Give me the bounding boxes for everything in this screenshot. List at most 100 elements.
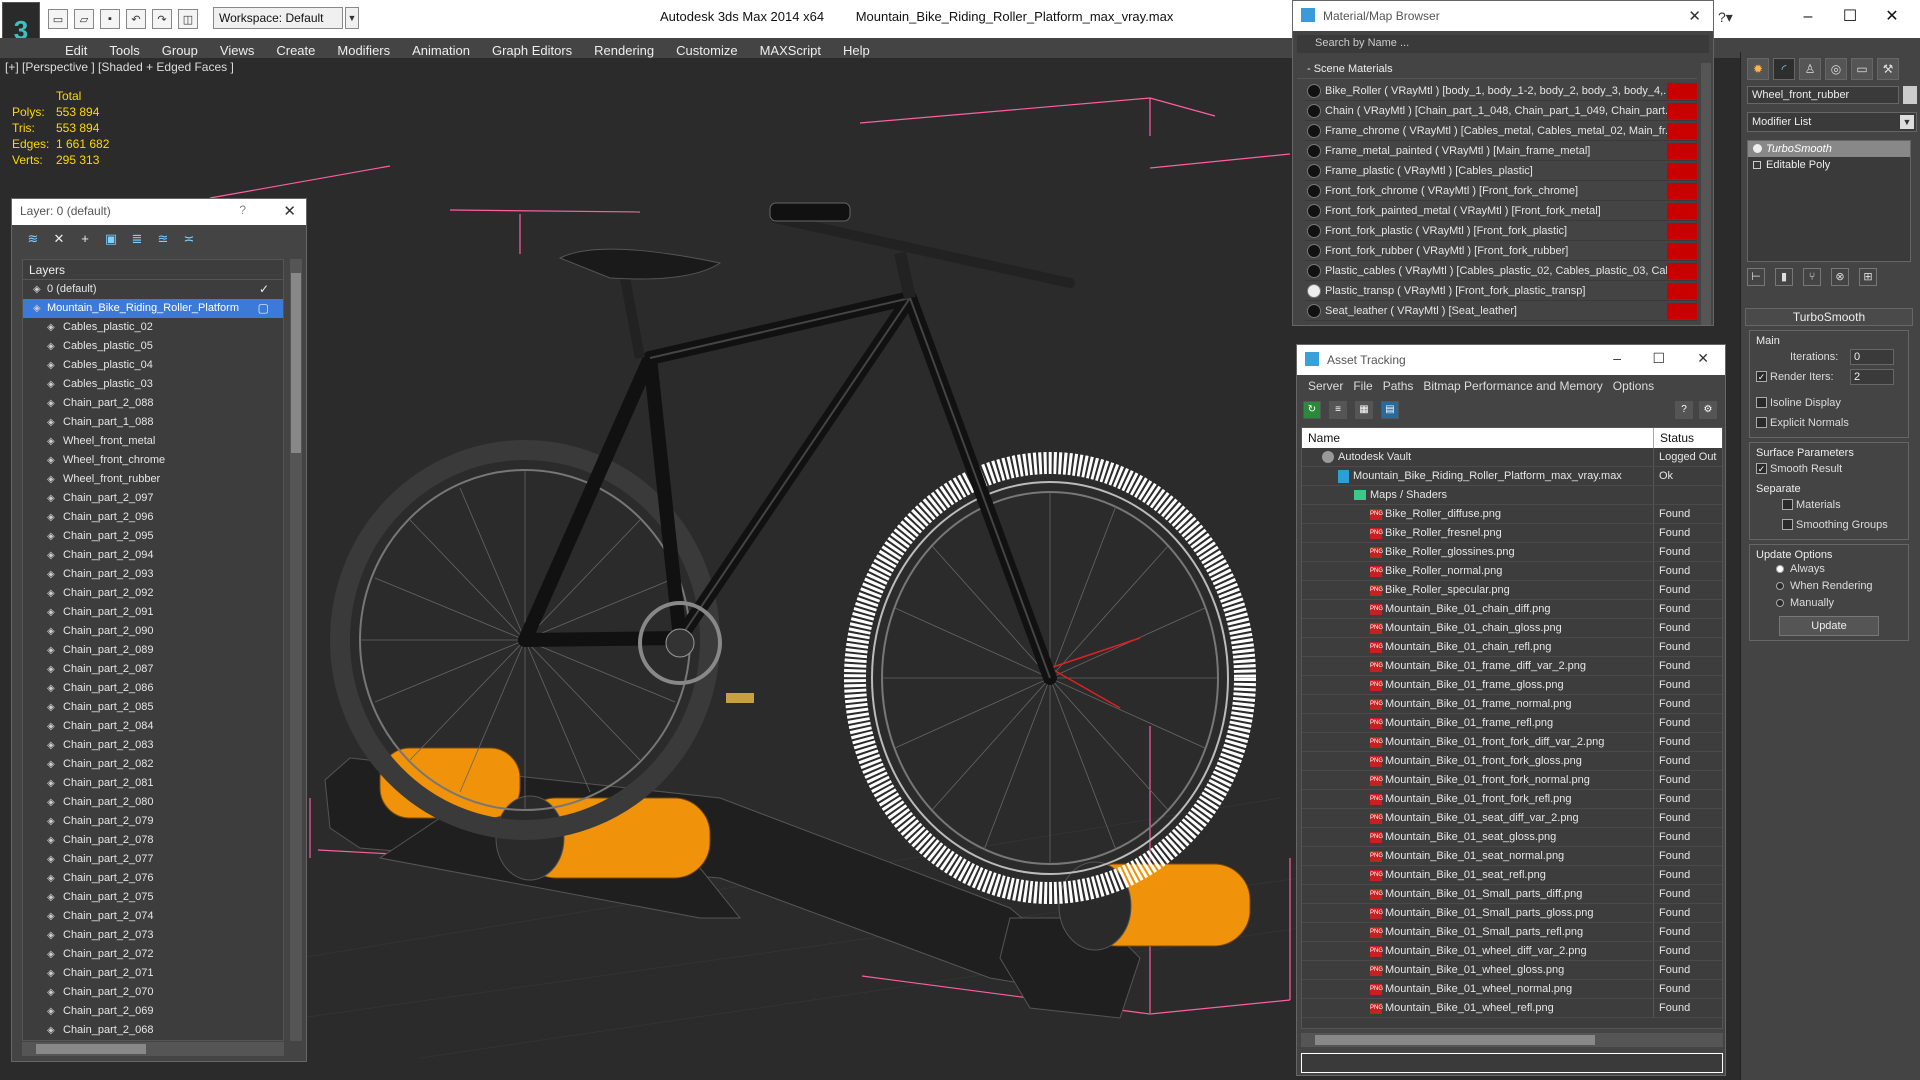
asset-row[interactable]: PNG Bike_Roller_diffuse.png Found — [1302, 505, 1722, 524]
modifier-stack-item[interactable]: Editable Poly — [1748, 157, 1910, 173]
material-list[interactable]: Bike_Roller ( VRayMtl ) [body_1, body_1-… — [1305, 81, 1697, 325]
asset-row[interactable]: PNG Mountain_Bike_01_wheel_refl.png Found — [1302, 999, 1722, 1018]
layer-row[interactable]: ◈ Chain_part_2_078 — [23, 831, 283, 850]
material-row[interactable]: Front_fork_painted_metal ( VRayMtl ) [Fr… — [1305, 201, 1697, 221]
asset-row[interactable]: PNG Mountain_Bike_01_seat_diff_var_2.png F… — [1302, 809, 1722, 828]
light-bulb-icon[interactable] — [1753, 144, 1762, 153]
asset-row[interactable]: PNG Mountain_Bike_01_chain_refl.png Found — [1302, 638, 1722, 657]
layer-row[interactable]: ◈ Chain_part_2_097 — [23, 489, 283, 508]
asset-row[interactable]: PNG Mountain_Bike_01_Small_parts_refl.png… — [1302, 923, 1722, 942]
asset-table[interactable]: Name Status Autodesk Vault Logged Out Moun… — [1301, 427, 1723, 1029]
current-layer-checkbox[interactable]: ▢ — [258, 299, 269, 318]
asset-row[interactable]: PNG Mountain_Bike_01_chain_gloss.png Found — [1302, 619, 1722, 638]
asset-menu-server[interactable]: Server — [1303, 375, 1348, 397]
workspace-dropdown[interactable]: Workspace: Default — [213, 7, 343, 29]
asset-row[interactable]: PNG Mountain_Bike_01_Small_parts_diff.png… — [1302, 885, 1722, 904]
asset-menu-file[interactable]: File — [1348, 375, 1377, 397]
expand-icon[interactable] — [1753, 161, 1761, 169]
asset-path-field[interactable] — [1301, 1053, 1723, 1073]
layer-row[interactable]: ◈ Chain_part_2_076 — [23, 869, 283, 888]
layer-row[interactable]: ◈ Wheel_front_rubber — [23, 470, 283, 489]
smooth-result-checkbox[interactable]: ✓ — [1756, 463, 1767, 474]
asset-row[interactable]: PNG Mountain_Bike_01_chain_diff.png Found — [1302, 600, 1722, 619]
modifier-stack-item[interactable]: TurboSmooth — [1748, 141, 1910, 157]
make-unique-icon[interactable]: ⑂ — [1803, 268, 1821, 286]
layers-column-header[interactable]: Layers — [23, 260, 283, 280]
always-radio[interactable] — [1776, 565, 1784, 573]
asset-row[interactable]: PNG Mountain_Bike_01_wheel_diff_var_2.png… — [1302, 942, 1722, 961]
asset-menu-bitmap-performance-and-memory[interactable]: Bitmap Performance and Memory — [1418, 375, 1607, 397]
layer-row[interactable]: ◈ Cables_plastic_04 — [23, 356, 283, 375]
modify-tab-icon[interactable]: ◜ — [1773, 58, 1795, 80]
asset-menu-paths[interactable]: Paths — [1378, 375, 1419, 397]
layer-row[interactable]: ◈ Chain_part_2_093 — [23, 565, 283, 584]
asset-row[interactable]: PNG Bike_Roller_normal.png Found — [1302, 562, 1722, 581]
hold-icon[interactable]: ◫ — [178, 9, 198, 29]
asset-row[interactable]: PNG Mountain_Bike_01_frame_refl.png Found — [1302, 714, 1722, 733]
undo-icon[interactable]: ↶ — [126, 9, 146, 29]
layer-horizontal-scrollbar[interactable] — [22, 1042, 284, 1056]
asset-row[interactable]: PNG Mountain_Bike_01_front_fork_diff_var_… — [1302, 733, 1722, 752]
layer-row[interactable]: ◈ Chain_part_2_079 — [23, 812, 283, 831]
chevron-down-icon[interactable]: ▼ — [345, 7, 359, 29]
settings-icon[interactable]: ⚙ — [1699, 401, 1717, 419]
layer-row[interactable]: ◈ Wheel_front_chrome — [23, 451, 283, 470]
layer-row[interactable]: ◈ Chain_part_2_074 — [23, 907, 283, 926]
close-icon[interactable]: ✕ — [1688, 7, 1701, 25]
help-icon[interactable]: ? — [239, 203, 246, 217]
asset-row[interactable]: Autodesk Vault Logged Out — [1302, 448, 1722, 467]
layer-row[interactable]: ◈ Chain_part_2_096 — [23, 508, 283, 527]
turbosmooth-rollout-header[interactable]: TurboSmooth — [1745, 308, 1913, 326]
layer-row[interactable]: ◈ Cables_plastic_02 — [23, 318, 283, 337]
asset-row[interactable]: Mountain_Bike_Riding_Roller_Platform_max… — [1302, 467, 1722, 486]
material-row[interactable]: Plastic_transp ( VRayMtl ) [Front_fork_p… — [1305, 281, 1697, 301]
layer-row[interactable]: ◈ Chain_part_2_092 — [23, 584, 283, 603]
layer-row[interactable]: ◈ Chain_part_2_077 — [23, 850, 283, 869]
material-row[interactable]: Chain ( VRayMtl ) [Chain_part_1_048, Cha… — [1305, 101, 1697, 121]
layer-row[interactable]: ◈ Chain_part_2_086 — [23, 679, 283, 698]
layer-row[interactable]: ◈ Chain_part_2_095 — [23, 527, 283, 546]
modifier-stack[interactable]: TurboSmooth Editable Poly — [1747, 140, 1911, 262]
minimize-button[interactable]: – — [1613, 350, 1621, 366]
configure-sets-icon[interactable]: ⊞ — [1859, 268, 1877, 286]
layer-row[interactable]: ◈ Chain_part_2_075 — [23, 888, 283, 907]
status-column-header[interactable]: Status — [1654, 428, 1700, 448]
material-row[interactable]: Frame_plastic ( VRayMtl ) [Cables_plasti… — [1305, 161, 1697, 181]
material-row[interactable]: Frame_metal_painted ( VRayMtl ) [Main_fr… — [1305, 141, 1697, 161]
material-row[interactable]: Front_fork_rubber ( VRayMtl ) [Front_for… — [1305, 241, 1697, 261]
maximize-button[interactable]: ☐ — [1830, 6, 1870, 30]
material-row[interactable]: Front_fork_chrome ( VRayMtl ) [Front_for… — [1305, 181, 1697, 201]
new-file-icon[interactable]: ▭ — [48, 9, 68, 29]
asset-row[interactable]: PNG Mountain_Bike_01_Small_parts_gloss.pn… — [1302, 904, 1722, 923]
layer-row[interactable]: ◈ Chain_part_2_089 — [23, 641, 283, 660]
layer-row[interactable]: ◈ Chain_part_2_088 — [23, 394, 283, 413]
layer-row[interactable]: ◈ Chain_part_2_085 — [23, 698, 283, 717]
update-button[interactable]: Update — [1779, 616, 1879, 636]
asset-row[interactable]: PNG Mountain_Bike_01_frame_normal.png Foun… — [1302, 695, 1722, 714]
when-rendering-radio[interactable] — [1776, 582, 1784, 590]
asset-row[interactable]: PNG Mountain_Bike_01_frame_diff_var_2.png… — [1302, 657, 1722, 676]
layer-row[interactable]: ◈ Chain_part_2_072 — [23, 945, 283, 964]
pin-stack-icon[interactable]: ⊢ — [1747, 268, 1765, 286]
refresh-icon[interactable]: ↻ — [1303, 401, 1321, 419]
material-search-input[interactable]: Search by Name ... — [1297, 35, 1709, 53]
asset-row[interactable]: PNG Mountain_Bike_01_wheel_normal.png Foun… — [1302, 980, 1722, 999]
freeze-all-icon[interactable]: ≍ — [180, 230, 198, 248]
asset-row[interactable]: PNG Mountain_Bike_01_seat_normal.png Found — [1302, 847, 1722, 866]
layer-row[interactable]: ◈ Chain_part_2_081 — [23, 774, 283, 793]
remove-modifier-icon[interactable]: ⊗ — [1831, 268, 1849, 286]
display-tab-icon[interactable]: ▭ — [1851, 58, 1873, 80]
material-row[interactable]: Plastic_cables ( VRayMtl ) [Cables_plast… — [1305, 261, 1697, 281]
object-name-field[interactable]: Wheel_front_rubber — [1747, 86, 1899, 104]
asset-row[interactable]: PNG Bike_Roller_fresnel.png Found — [1302, 524, 1722, 543]
save-icon[interactable]: ▪ — [100, 9, 120, 29]
list-view-icon[interactable]: ≡ — [1329, 401, 1347, 419]
maximize-button[interactable]: ☐ — [1652, 350, 1665, 367]
layer-row[interactable]: ◈ Cables_plastic_03 — [23, 375, 283, 394]
minimize-button[interactable]: – — [1788, 6, 1828, 30]
open-file-icon[interactable]: ▱ — [74, 9, 94, 29]
layer-row[interactable]: ◈ Chain_part_2_094 — [23, 546, 283, 565]
scene-materials-section[interactable]: - Scene Materials — [1297, 63, 1697, 79]
modifier-list-dropdown[interactable]: Modifier List ▼ — [1747, 112, 1917, 132]
material-row[interactable]: Bike_Roller ( VRayMtl ) [body_1, body_1-… — [1305, 81, 1697, 101]
